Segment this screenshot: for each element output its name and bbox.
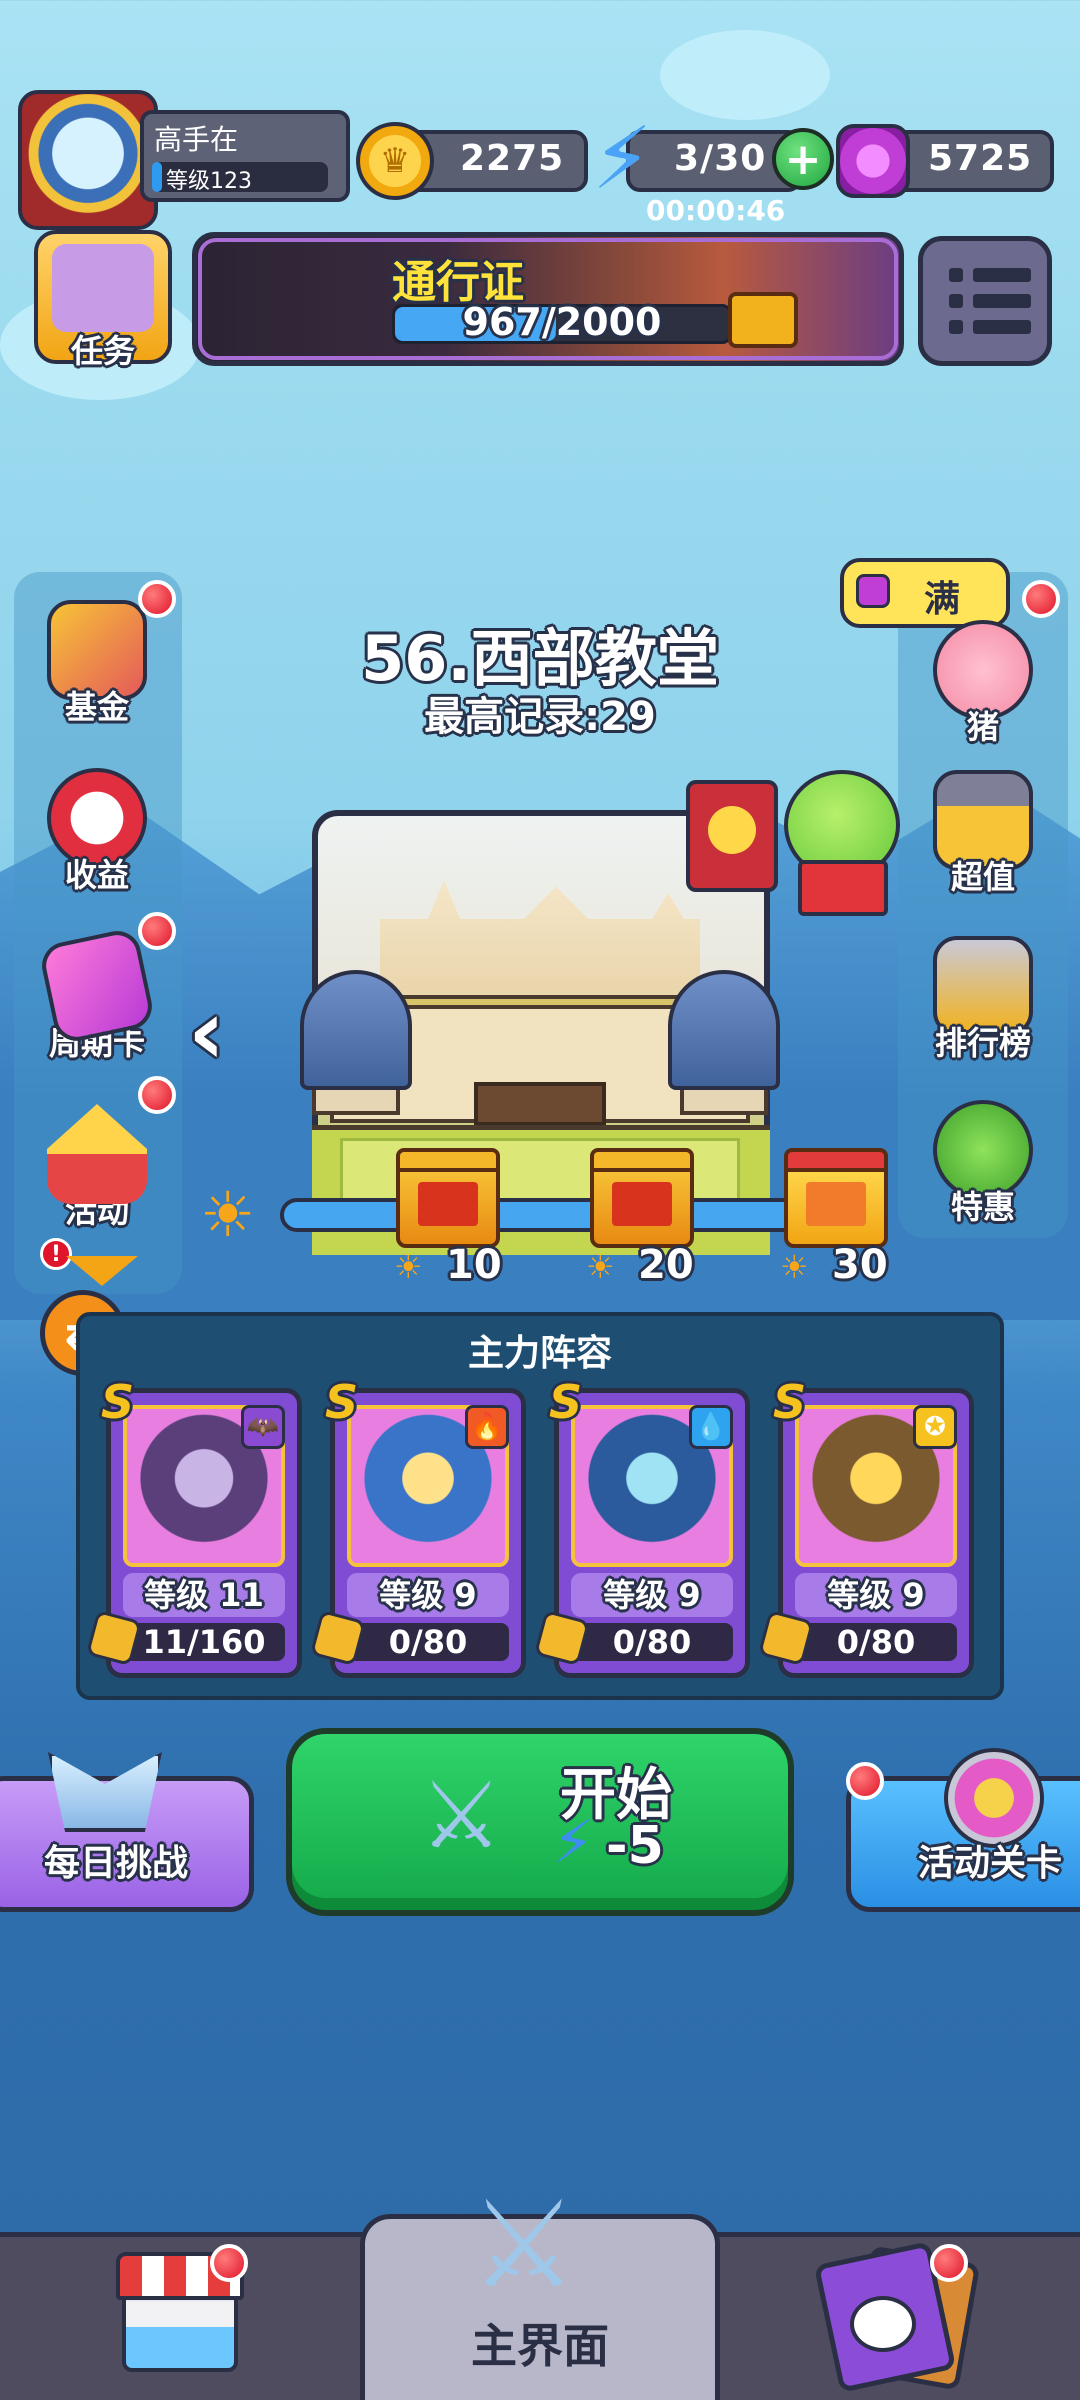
- hero-level: 等级 11: [123, 1573, 285, 1617]
- crossed-swords-icon: ⚔: [420, 1762, 503, 1869]
- sun-moon-small-icon: ☀: [586, 1248, 615, 1286]
- hero-fragments: 11/160: [123, 1623, 285, 1661]
- hero-card-2[interactable]: S 🔥 等级 9 0/80: [309, 1375, 526, 1678]
- left-dome: [300, 970, 412, 1090]
- player-name: 高手在: [154, 123, 239, 156]
- crossed-swords-nav-icon: ⚔: [470, 2176, 578, 2315]
- reward-2-value: 20: [638, 1242, 694, 1288]
- cloud: [660, 30, 830, 120]
- hero-fragments: 0/80: [347, 1623, 509, 1661]
- pass-progress-text: 967/2000: [462, 300, 662, 344]
- event-stage-emblem-icon: [944, 1748, 1044, 1848]
- halo-icon: ✪: [913, 1405, 957, 1449]
- fire-icon: 🔥: [465, 1405, 509, 1449]
- lightbulb-icon: [708, 806, 756, 854]
- castle-gate: [474, 1082, 606, 1126]
- water-drop-icon: 💧: [689, 1405, 733, 1449]
- sidebar-item-fund[interactable]: 基金: [22, 600, 172, 728]
- start-battle-button[interactable]: [286, 1728, 794, 1916]
- hero-rank: S: [773, 1375, 807, 1429]
- shield-wings-icon: [48, 1752, 162, 1832]
- stage-reward-track: [280, 1198, 840, 1232]
- energy-bolt-small-icon: ⚡: [552, 1808, 595, 1878]
- energy-timer: 00:00:46: [646, 194, 786, 227]
- sidebar-item-income[interactable]: 收益: [22, 768, 172, 896]
- player-level: 等级123: [166, 169, 252, 194]
- period-card-icon: [37, 926, 157, 1046]
- ghost-face-icon: [850, 2296, 916, 2352]
- hero-level: 等级 9: [795, 1573, 957, 1617]
- reward-chest-2[interactable]: [590, 1148, 694, 1248]
- sun-moon-icon: ☀: [200, 1178, 256, 1251]
- crown-coin-icon: ♛: [356, 122, 434, 200]
- hero-card-3[interactable]: S 💧 等级 9 0/80: [533, 1375, 750, 1678]
- nav-main-label: 主界面: [471, 2319, 609, 2373]
- gem-amount: 5725: [928, 138, 1033, 179]
- sidebar-item-special-offer[interactable]: 特惠: [908, 1100, 1058, 1228]
- daily-challenge-label: 每日挑战: [43, 1843, 188, 1884]
- event-stage-badge: [846, 1762, 884, 1800]
- task-label: 任务: [70, 332, 135, 370]
- gem-small-icon: [856, 574, 890, 608]
- reward-3-value: 30: [832, 1242, 888, 1288]
- sidebar-item-leaderboard[interactable]: 排行榜: [908, 936, 1058, 1064]
- coin-amount: 2275: [460, 138, 565, 179]
- reward-chest-3[interactable]: [784, 1148, 888, 1248]
- sidebar-item-value[interactable]: 超值: [908, 770, 1058, 898]
- purple-gem-icon: [836, 124, 910, 198]
- piggy-full-text: 满: [924, 579, 961, 620]
- leaderboard-label: 排行榜: [934, 1024, 1031, 1062]
- stage-record: 最高记录:29: [424, 694, 656, 740]
- player-avatar[interactable]: [18, 90, 158, 230]
- clipboard-icon: [52, 244, 154, 332]
- energy-bolt-icon: ⚡: [592, 109, 653, 209]
- hero-card-4[interactable]: S ✪ 等级 9 0/80: [757, 1375, 974, 1678]
- hero-rank: S: [325, 1375, 359, 1429]
- piggy-badge: [1022, 580, 1060, 618]
- energy-amount: 3/30: [674, 138, 767, 179]
- piggy-label: 猪: [966, 708, 999, 746]
- menu-list-icon: [949, 268, 1047, 282]
- chevron-down-icon[interactable]: [66, 1256, 138, 1286]
- reward-chest-1[interactable]: [396, 1148, 500, 1248]
- event-badge: [138, 1076, 176, 1114]
- value-label: 超值: [950, 858, 1015, 896]
- sidebar-item-piggy[interactable]: 猪: [908, 620, 1058, 748]
- hero-level: 等级 9: [347, 1573, 509, 1617]
- shop-badge: [210, 2244, 248, 2282]
- main-menu-button[interactable]: [918, 236, 1052, 366]
- hero-rank: S: [549, 1375, 583, 1429]
- hero-fragments: 0/80: [795, 1623, 957, 1661]
- income-label: 收益: [64, 856, 129, 894]
- hero-card-1[interactable]: S 🦇 等级 11 11/160: [85, 1375, 302, 1678]
- fund-badge: [138, 580, 176, 618]
- sun-moon-small-icon: ☀: [780, 1248, 809, 1286]
- previous-stage-chevron-icon[interactable]: ‹: [188, 980, 225, 1085]
- sun-moon-small-icon: ☀: [394, 1248, 423, 1286]
- pass-chest-icon: [728, 292, 798, 348]
- bat-icon: 🦇: [241, 1405, 285, 1449]
- sidebar-item-period-card[interactable]: 周期卡: [22, 926, 172, 1064]
- player-level-fill: [152, 162, 162, 192]
- right-dome: [668, 970, 780, 1090]
- lineup-title: 主力阵容: [467, 1333, 612, 1374]
- hero-level: 等级 9: [571, 1573, 733, 1617]
- period-card-badge: [138, 912, 176, 950]
- add-energy-button[interactable]: +: [772, 128, 834, 190]
- event-stage-label: 活动关卡: [917, 1843, 1062, 1884]
- sidebar-item-event[interactable]: 活动: [22, 1104, 172, 1232]
- gift-box-icon: [798, 860, 888, 916]
- special-offer-label: 特惠: [950, 1188, 1015, 1226]
- reward-1-value: 10: [446, 1242, 502, 1288]
- event-tent-icon: [47, 1104, 147, 1204]
- cards-badge: [930, 2244, 968, 2282]
- hero-rank: S: [101, 1375, 135, 1429]
- start-energy-cost: -5: [606, 1816, 664, 1876]
- fund-label: 基金: [64, 688, 129, 726]
- hero-fragments: 0/80: [571, 1623, 733, 1661]
